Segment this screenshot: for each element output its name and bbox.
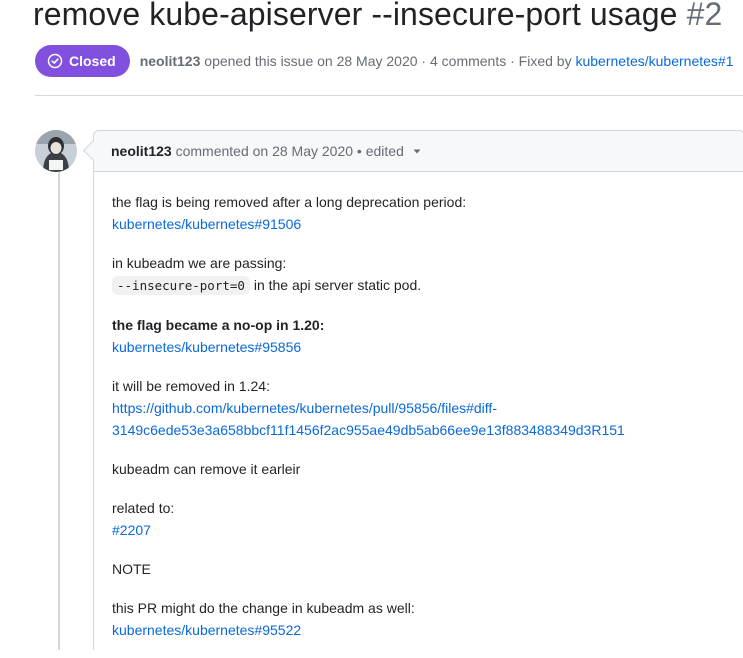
issue-closed-icon — [47, 53, 63, 69]
body-text: related to: — [112, 500, 175, 516]
timeline-line — [58, 172, 60, 650]
comment-author-link[interactable]: neolit123 — [111, 143, 172, 159]
comment-body: the flag is being removed after a long d… — [112, 191, 734, 658]
body-bold-text: the flag became a no-op in 1.20: — [112, 317, 325, 333]
body-text: it will be removed in 1.24: — [112, 378, 270, 394]
comment-header: neolit123 commented on 28 May 2020 • edi… — [94, 131, 743, 172]
fixed-by-link[interactable]: kubernetes/kubernetes#1 — [575, 53, 733, 69]
issue-opened-text: opened this issue on 28 May 2020 · 4 com… — [204, 53, 572, 69]
header-divider — [35, 95, 743, 96]
body-text: in kubeadm we are passing: — [112, 255, 287, 271]
body-text: NOTE — [112, 561, 151, 577]
issue-title: remove kube-apiserver --insecure-port us… — [33, 0, 722, 33]
triangle-down-icon[interactable] — [412, 143, 422, 159]
pr-link[interactable]: kubernetes/kubernetes#95522 — [112, 622, 301, 638]
body-text: this PR might do the change in kubeadm a… — [112, 600, 415, 616]
pr-link[interactable]: kubernetes/kubernetes#95856 — [112, 339, 301, 355]
issue-title-text: remove kube-apiserver --insecure-port us… — [33, 0, 678, 32]
status-badge: Closed — [35, 45, 130, 77]
issue-meta: Closed neolit123 opened this issue on 28… — [35, 45, 733, 77]
issue-author-link[interactable]: neolit123 — [140, 53, 201, 69]
body-text: kubeadm can remove it earleir — [112, 461, 301, 477]
user-avatar[interactable] — [35, 130, 77, 172]
diff-link-line2[interactable]: 3149c6ede53e3a658bbcf11f1456f2ac955ae49d… — [112, 422, 625, 438]
diff-link[interactable]: https://github.com/kubernetes/kubernetes… — [112, 400, 625, 438]
inline-code: --insecure-port=0 — [112, 276, 250, 295]
comment-meta[interactable]: commented on 28 May 2020 • edited — [176, 143, 404, 159]
body-text: in the api server static pod. — [253, 277, 422, 293]
status-badge-label: Closed — [69, 53, 116, 69]
issue-ref-link[interactable]: #2207 — [112, 522, 151, 538]
pr-link[interactable]: kubernetes/kubernetes#91506 — [112, 216, 301, 232]
issue-number: #2 — [686, 0, 723, 32]
diff-link-line1[interactable]: https://github.com/kubernetes/kubernetes… — [112, 400, 497, 416]
comment-box: neolit123 commented on 28 May 2020 • edi… — [93, 130, 743, 650]
body-text: the flag is being removed after a long d… — [112, 194, 467, 210]
